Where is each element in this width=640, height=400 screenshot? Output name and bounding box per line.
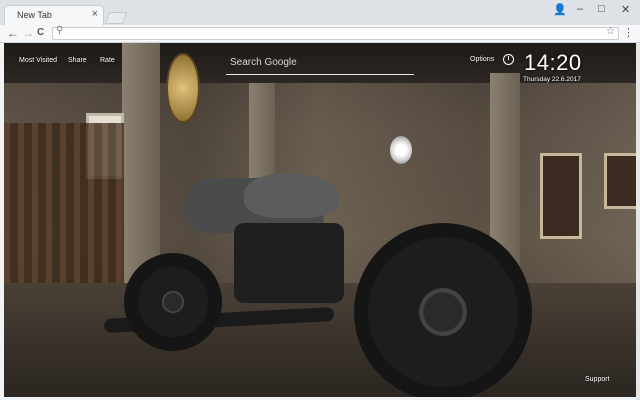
scrollbar[interactable] bbox=[636, 43, 640, 400]
clock-sign bbox=[166, 53, 200, 123]
tab-title: New Tab bbox=[17, 10, 52, 20]
reload-icon[interactable]: C bbox=[37, 27, 44, 38]
bookmark-star-icon[interactable]: ☆ bbox=[606, 26, 615, 37]
motorcycle-tank bbox=[244, 173, 339, 218]
tab-strip: New Tab × 👤 – □ ✕ bbox=[0, 0, 640, 25]
tab-new-tab[interactable]: New Tab × bbox=[4, 5, 104, 25]
back-icon[interactable]: ← bbox=[7, 26, 19, 40]
search-icon: ⚲ bbox=[56, 25, 64, 36]
clock-date: Thursday 22.6.2017 bbox=[523, 76, 581, 83]
support-link[interactable]: Support bbox=[585, 376, 610, 383]
close-window-icon[interactable]: ✕ bbox=[621, 3, 630, 16]
motorcycle-headlight bbox=[390, 136, 412, 164]
most-visited-link[interactable]: Most Visited bbox=[19, 57, 57, 64]
new-tab-button[interactable] bbox=[104, 12, 128, 24]
new-tab-page: Most Visited Share Rate Options 14:20 Th… bbox=[4, 43, 636, 397]
options-link[interactable]: Options bbox=[470, 56, 494, 63]
motorcycle-rear-wheel bbox=[124, 253, 222, 351]
rate-link[interactable]: Rate bbox=[100, 57, 115, 64]
maximize-icon[interactable]: □ bbox=[598, 3, 605, 15]
user-icon[interactable]: 👤 bbox=[553, 3, 567, 16]
close-tab-icon[interactable]: × bbox=[92, 8, 98, 20]
address-bar[interactable]: ⚲ ☆ bbox=[52, 25, 619, 40]
clock-icon[interactable] bbox=[503, 54, 514, 65]
browser-toolbar: ← → C ⚲ ☆ ⋮ bbox=[0, 25, 640, 43]
minimize-icon[interactable]: – bbox=[577, 3, 583, 15]
pillar bbox=[122, 43, 160, 288]
motorcycle-engine bbox=[234, 223, 344, 303]
search-input[interactable] bbox=[226, 52, 414, 72]
share-link[interactable]: Share bbox=[68, 57, 87, 64]
motorcycle-front-wheel bbox=[354, 223, 532, 397]
clock-time: 14:20 bbox=[524, 50, 582, 75]
menu-icon[interactable]: ⋮ bbox=[623, 26, 634, 39]
wooden-railing bbox=[4, 123, 124, 283]
search-box bbox=[226, 52, 414, 75]
forward-icon[interactable]: → bbox=[22, 26, 34, 40]
door bbox=[540, 153, 582, 239]
window bbox=[604, 153, 636, 209]
